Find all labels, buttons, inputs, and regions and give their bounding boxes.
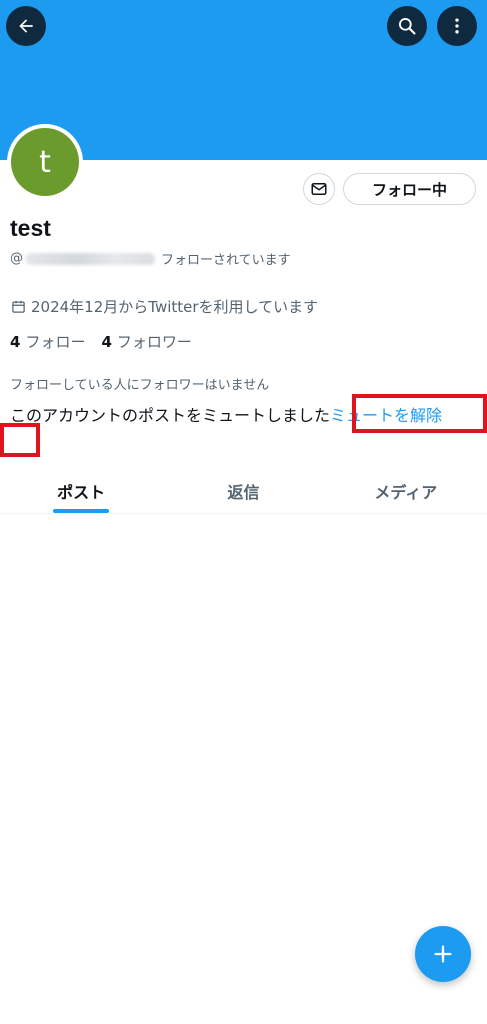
active-tab-indicator [53, 509, 110, 513]
followers-stat[interactable]: 4 フォロワー [101, 331, 191, 352]
handle-redacted [25, 252, 155, 265]
profile-tabs: ポスト 返信 メディア [0, 468, 487, 514]
message-button[interactable] [303, 173, 335, 205]
avatar-letter: t [11, 128, 79, 196]
search-button[interactable] [387, 6, 427, 46]
tab-replies[interactable]: 返信 [162, 468, 324, 513]
following-stat[interactable]: 4 フォロー [10, 331, 85, 352]
avatar[interactable]: t [7, 124, 83, 200]
compose-post-button[interactable] [415, 926, 471, 982]
more-options-button[interactable] [437, 6, 477, 46]
display-name: test [10, 215, 51, 241]
muted-notice: このアカウントのポストをミュートしましたミュートを解除 [10, 402, 480, 429]
mail-icon [311, 183, 327, 195]
tab-media[interactable]: メディア [325, 468, 487, 513]
plus-icon [434, 945, 452, 963]
arrow-left-icon [19, 19, 33, 33]
search-icon [399, 18, 416, 35]
follow-stats: 4 フォロー 4 フォロワー [10, 331, 208, 352]
tab-posts[interactable]: ポスト [0, 468, 162, 513]
back-button[interactable] [6, 6, 46, 46]
calendar-icon [12, 300, 25, 313]
handle-row: @ フォローされています [10, 249, 291, 268]
no-followers-you-know: フォローしている人にフォロワーはいません [10, 378, 270, 393]
unmute-link[interactable]: ミュートを解除 [330, 406, 442, 425]
muted-text: このアカウントのポストをミュートしました [10, 406, 331, 425]
handle-prefix: @ [10, 251, 23, 266]
more-vertical-icon [455, 18, 459, 34]
joined-date: 2024年12月からTwitterを利用しています [11, 296, 318, 317]
joined-text: 2024年12月からTwitterを利用しています [31, 298, 319, 316]
following-button[interactable]: フォロー中 [343, 173, 476, 205]
follows-you-badge: フォローされています [161, 253, 291, 268]
